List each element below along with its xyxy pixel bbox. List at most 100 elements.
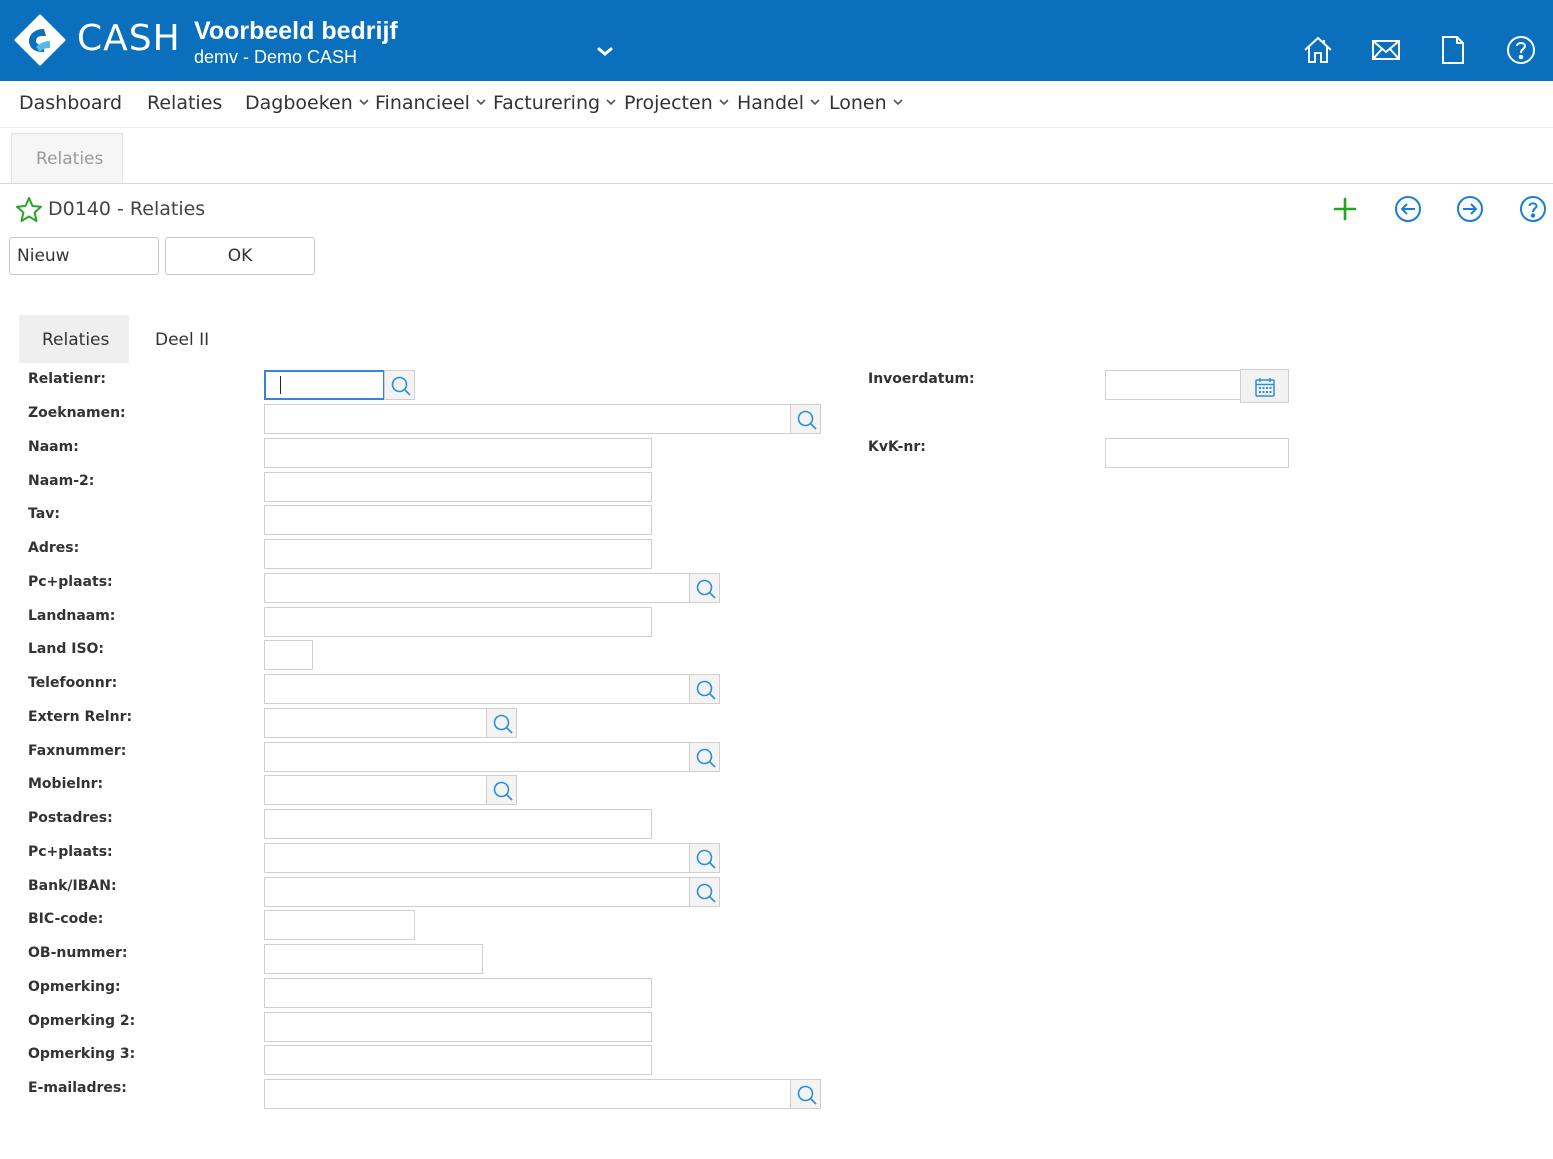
window-tab-relaties[interactable]: Relaties xyxy=(11,133,123,184)
tab-relaties-label: Relaties xyxy=(42,330,110,350)
pc-plaats-lookup-button[interactable] xyxy=(689,573,720,603)
search-icon xyxy=(391,376,411,396)
label-opmerking-3: Opmerking 3: xyxy=(28,1046,136,1062)
invoerdatum-input[interactable] xyxy=(1105,370,1242,400)
relatienr-input[interactable] xyxy=(264,370,385,400)
logo-text: CASH xyxy=(77,18,181,59)
search-icon xyxy=(696,680,716,700)
label-telefoonnr: Telefoonnr: xyxy=(28,675,118,691)
tab-deel-ii-label: Deel II xyxy=(155,330,210,350)
main-navigation: Dashboard Relaties Dagboeken Financieel … xyxy=(0,81,1553,128)
post-pc-plaats-input[interactable] xyxy=(264,843,690,873)
search-icon xyxy=(696,579,716,599)
post-pc-plaats-lookup-button[interactable] xyxy=(689,843,720,873)
bank-iban-input[interactable] xyxy=(264,877,690,907)
adres-input[interactable] xyxy=(264,539,652,569)
label-opmerking-2: Opmerking 2: xyxy=(28,1013,136,1029)
faxnummer-input[interactable] xyxy=(264,742,690,772)
calendar-icon xyxy=(1255,378,1275,397)
ob-nummer-input[interactable] xyxy=(264,944,483,974)
administration-dropdown-icon[interactable] xyxy=(596,44,614,58)
opmerking-3-input[interactable] xyxy=(264,1045,652,1075)
help-icon[interactable] xyxy=(1505,34,1537,66)
search-icon xyxy=(696,849,716,869)
nav-lonen[interactable]: Lonen xyxy=(829,92,903,114)
label-naam: Naam: xyxy=(28,439,79,455)
next-icon[interactable] xyxy=(1456,195,1484,223)
mobielnr-lookup-button[interactable] xyxy=(486,775,517,805)
nav-handel[interactable]: Handel xyxy=(737,92,820,114)
chevron-down-icon xyxy=(719,99,729,106)
label-faxnummer: Faxnummer: xyxy=(28,743,127,759)
search-icon xyxy=(493,781,513,801)
page-title: D0140 - Relaties xyxy=(48,198,206,220)
label-post-pc-plaats: Pc+plaats: xyxy=(28,844,113,860)
label-invoerdatum: Invoerdatum: xyxy=(868,371,975,387)
label-bank-iban: Bank/IBAN: xyxy=(28,878,117,894)
text-caret xyxy=(280,376,281,394)
label-postadres: Postadres: xyxy=(28,810,113,826)
nav-relaties[interactable]: Relaties xyxy=(147,92,222,114)
nav-financieel[interactable]: Financieel xyxy=(375,92,486,114)
extern-relnr-lookup-button[interactable] xyxy=(486,708,517,738)
tab-relaties[interactable]: Relaties xyxy=(19,315,129,363)
relatienr-lookup-button[interactable] xyxy=(384,370,415,400)
ok-button[interactable]: OK xyxy=(165,237,315,275)
land-iso-input[interactable] xyxy=(264,640,313,670)
search-icon xyxy=(493,714,513,734)
telefoonnr-input[interactable] xyxy=(264,674,690,704)
mail-icon[interactable] xyxy=(1370,34,1402,66)
naam-input[interactable] xyxy=(264,438,652,468)
chevron-down-icon xyxy=(810,99,820,106)
nav-dashboard[interactable]: Dashboard xyxy=(19,92,122,114)
postadres-input[interactable] xyxy=(264,809,652,839)
label-landnaam: Landnaam: xyxy=(28,608,116,624)
tab-divider xyxy=(0,183,1553,184)
emailadres-lookup-button[interactable] xyxy=(790,1079,821,1109)
label-emailadres: E-mailadres: xyxy=(28,1080,127,1096)
label-adres: Adres: xyxy=(28,540,80,556)
emailadres-input[interactable] xyxy=(264,1079,791,1109)
nav-dagboeken[interactable]: Dagboeken xyxy=(245,92,369,114)
label-extern-relnr: Extern Relnr: xyxy=(28,709,133,725)
tav-input[interactable] xyxy=(264,505,652,535)
opmerking-2-input[interactable] xyxy=(264,1012,652,1042)
app-header: CASH Voorbeeld bedrijf demv - Demo CASH xyxy=(0,0,1553,81)
home-icon[interactable] xyxy=(1302,34,1334,66)
label-land-iso: Land ISO: xyxy=(28,641,105,657)
kvk-nr-input[interactable] xyxy=(1105,438,1289,468)
label-naam-2: Naam-2: xyxy=(28,473,95,489)
label-opmerking: Opmerking: xyxy=(28,979,121,995)
new-button[interactable]: Nieuw xyxy=(9,237,159,275)
bic-code-input[interactable] xyxy=(264,910,415,940)
label-tav: Tav: xyxy=(28,506,60,522)
mobielnr-input[interactable] xyxy=(264,775,487,805)
administration-name: demv - Demo CASH xyxy=(194,47,358,67)
previous-icon[interactable] xyxy=(1394,195,1422,223)
chevron-down-icon xyxy=(359,99,369,106)
chevron-down-icon xyxy=(893,99,903,106)
invoerdatum-calendar-button[interactable] xyxy=(1240,369,1289,403)
bank-iban-lookup-button[interactable] xyxy=(689,877,720,907)
naam-2-input[interactable] xyxy=(264,472,652,502)
label-relatienr: Relatienr: xyxy=(28,371,106,387)
window-tab-label: Relaties xyxy=(36,149,104,169)
label-bic-code: BIC-code: xyxy=(28,911,104,927)
opmerking-input[interactable] xyxy=(264,978,652,1008)
faxnummer-lookup-button[interactable] xyxy=(689,742,720,772)
label-mobielnr: Mobielnr: xyxy=(28,776,104,792)
zoeknamen-input[interactable] xyxy=(264,404,791,434)
add-icon[interactable] xyxy=(1331,195,1359,223)
label-ob-nummer: OB-nummer: xyxy=(28,945,128,961)
page-help-icon[interactable] xyxy=(1519,195,1547,223)
document-icon[interactable] xyxy=(1437,34,1469,66)
nav-facturering[interactable]: Facturering xyxy=(493,92,616,114)
telefoonnr-lookup-button[interactable] xyxy=(689,674,720,704)
tab-deel-ii[interactable]: Deel II xyxy=(155,315,235,363)
extern-relnr-input[interactable] xyxy=(264,708,487,738)
nav-projecten[interactable]: Projecten xyxy=(624,92,729,114)
landnaam-input[interactable] xyxy=(264,607,652,637)
favorite-star-icon[interactable] xyxy=(15,196,43,224)
zoeknamen-lookup-button[interactable] xyxy=(790,404,821,434)
pc-plaats-input[interactable] xyxy=(264,573,690,603)
